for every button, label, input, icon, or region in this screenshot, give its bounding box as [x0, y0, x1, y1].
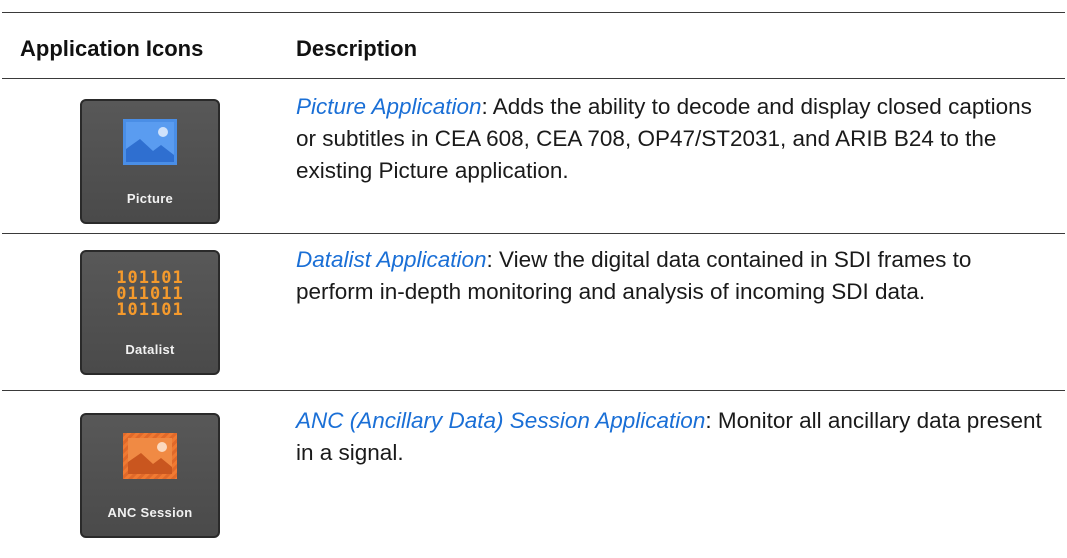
picture-icon: Picture: [80, 99, 220, 224]
table-top-rule: [2, 12, 1065, 13]
icon-label: Picture: [126, 191, 174, 206]
column-header-description: Description: [296, 36, 418, 61]
table-row: ANC Session ANC (Ancillary Data) Session…: [0, 391, 1067, 558]
binary-digits: 101101 011011 101101: [82, 270, 218, 320]
picture-application-link[interactable]: Picture Application: [296, 94, 482, 119]
anc-frame-icon: [123, 433, 177, 479]
row-description: Datalist Application: View the digital d…: [296, 244, 1046, 308]
column-header-icons: Application Icons: [20, 36, 204, 61]
table-row: Picture Picture Application: Adds the ab…: [0, 79, 1067, 233]
anc-session-application-link[interactable]: ANC (Ancillary Data) Session Application: [296, 408, 705, 433]
datalist-icon: 101101 011011 101101 Datalist: [80, 250, 220, 375]
datalist-application-link[interactable]: Datalist Application: [296, 247, 487, 272]
row-description: ANC (Ancillary Data) Session Application…: [296, 405, 1046, 469]
icon-label: ANC Session: [107, 505, 193, 520]
anc-session-icon: ANC Session: [80, 413, 220, 538]
table-row: 101101 011011 101101 Datalist Datalist A…: [0, 234, 1067, 390]
picture-frame-icon: [123, 119, 177, 165]
icon-label: Datalist: [125, 342, 175, 357]
row-description: Picture Application: Adds the ability to…: [296, 91, 1046, 187]
table-header: Application Icons Description: [0, 36, 1067, 76]
binary-line: 101101: [116, 300, 184, 320]
